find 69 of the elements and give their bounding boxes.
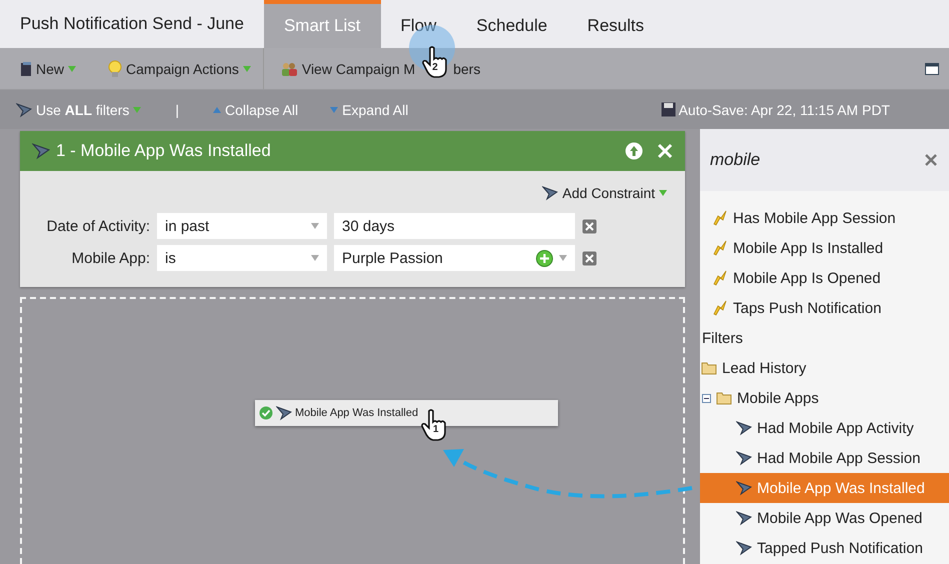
operator-select[interactable]: is xyxy=(157,245,327,271)
folder-icon xyxy=(701,361,717,375)
dragged-filter[interactable]: Mobile App Was Installed xyxy=(255,400,558,426)
tab[interactable]: Schedule xyxy=(456,0,568,48)
collapse-toggle-icon[interactable] xyxy=(702,394,711,402)
filter-icon xyxy=(542,185,558,201)
filter-icon xyxy=(736,510,752,526)
filter-title: 1 - Mobile App Was Installed xyxy=(56,141,272,161)
filter-icon xyxy=(16,102,32,118)
caret-icon xyxy=(330,106,338,112)
trigger-icon xyxy=(712,210,728,226)
value-field[interactable]: 30 days xyxy=(334,213,575,239)
move-up-icon[interactable] xyxy=(625,142,643,160)
filter-icon xyxy=(32,142,50,160)
caret-icon xyxy=(311,255,319,261)
dragged-filter-label: Mobile App Was Installed xyxy=(295,407,418,419)
save-icon xyxy=(660,102,676,117)
check-icon xyxy=(259,406,273,420)
caret-icon xyxy=(133,106,142,112)
toolbar-button[interactable]: New xyxy=(14,56,82,80)
section-heading: Filters xyxy=(701,328,744,348)
filter-item[interactable]: Tapped Push Notification xyxy=(700,533,949,563)
filter-icon xyxy=(736,480,752,496)
close-icon[interactable] xyxy=(657,143,673,159)
tab[interactable]: Results xyxy=(567,0,664,48)
trigger-item[interactable]: Taps Push Notification xyxy=(700,293,949,323)
toolbar-button[interactable]: View Campaign M xyxy=(274,56,422,80)
collapse-icon xyxy=(213,106,221,112)
trigger-icon xyxy=(712,270,728,286)
folder-item[interactable]: Lead History xyxy=(700,353,949,383)
document-icon xyxy=(20,60,32,76)
filter-item[interactable]: Had Mobile App Activity xyxy=(700,413,949,443)
trigger-icon xyxy=(712,240,728,256)
tab[interactable]: Flow xyxy=(380,0,456,48)
folder-item[interactable]: Mobile Apps xyxy=(700,383,949,413)
field-label: Mobile App: xyxy=(70,250,150,266)
window-icon[interactable] xyxy=(925,62,939,74)
search-field[interactable]: mobile xyxy=(700,129,949,191)
remove-icon[interactable] xyxy=(582,250,597,266)
filter-icon xyxy=(276,405,292,421)
autosave-status: Auto-Save: Apr 22, 11:15 AM PDT xyxy=(660,102,890,118)
caret-icon xyxy=(311,223,319,229)
caret-icon xyxy=(659,190,667,196)
add-constraint-button[interactable]: Add Constraint xyxy=(540,183,669,203)
folder-icon xyxy=(716,391,732,405)
trigger-icon xyxy=(712,300,728,316)
step-number: 2 xyxy=(432,62,438,72)
field-label: Date of Activity: xyxy=(46,218,150,234)
step-number: 1 xyxy=(433,424,439,435)
filter-icon xyxy=(736,450,752,466)
campaign-title: Push Notification Send - June xyxy=(19,13,245,35)
filter-icon xyxy=(736,420,752,436)
trigger-item[interactable]: Mobile App Is Installed xyxy=(700,233,949,263)
lightbulb-icon xyxy=(108,60,122,78)
filter-item[interactable]: Mobile App Was Opened xyxy=(700,503,949,533)
remove-icon[interactable] xyxy=(582,218,597,234)
clear-search-icon[interactable] xyxy=(925,154,937,166)
filter-item[interactable]: Had Mobile App Session xyxy=(700,443,949,473)
toolbar-button[interactable]: Campaign Actions xyxy=(102,56,257,82)
value-field[interactable]: Purple Passion xyxy=(334,245,575,271)
add-icon[interactable] xyxy=(536,250,553,266)
toolbar-button-text[interactable]: bers xyxy=(453,60,480,76)
caret-icon xyxy=(559,255,567,261)
trigger-item[interactable]: Has Mobile App Session xyxy=(700,203,949,233)
separator-text: | xyxy=(175,102,179,118)
operator-select[interactable]: in past xyxy=(157,213,327,239)
trigger-item[interactable]: Mobile App Is Opened xyxy=(700,263,949,293)
people-icon xyxy=(280,60,298,76)
filter-icon xyxy=(736,540,752,556)
